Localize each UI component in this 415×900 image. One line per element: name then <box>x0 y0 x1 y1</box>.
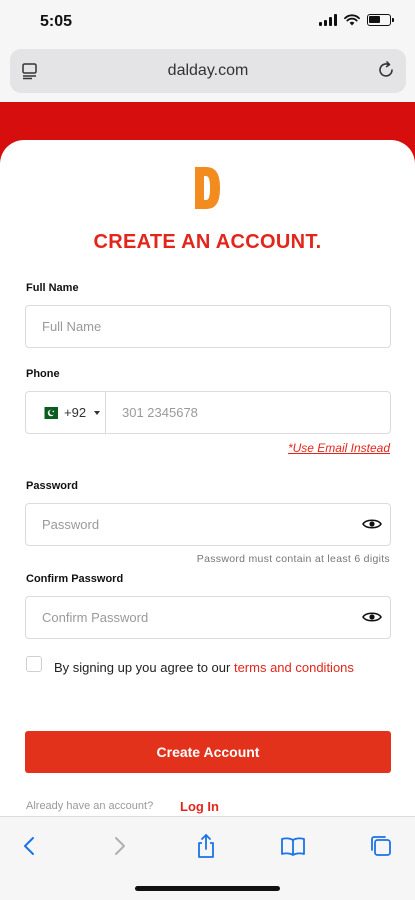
terms-text: By signing up you agree to our terms and… <box>54 657 354 678</box>
wifi-icon <box>344 14 360 26</box>
terms-prefix: By signing up you agree to our <box>54 660 234 675</box>
pakistan-flag-icon <box>40 406 58 419</box>
url-bar[interactable]: dalday.com <box>10 49 406 93</box>
brand-logo <box>195 167 220 209</box>
full-name-input[interactable] <box>26 306 326 347</box>
terms-checkbox[interactable] <box>26 656 42 672</box>
share-icon[interactable] <box>193 833 219 859</box>
password-hint: Password must contain at least 6 digits <box>196 553 390 565</box>
home-indicator <box>135 886 280 891</box>
show-confirm-password-icon[interactable] <box>362 610 382 624</box>
terms-link[interactable]: terms and conditions <box>234 660 354 675</box>
create-account-button[interactable]: Create Account <box>25 731 391 773</box>
confirm-password-input[interactable] <box>26 597 326 638</box>
back-icon[interactable] <box>17 833 43 859</box>
reload-icon[interactable] <box>376 60 396 80</box>
phone-label: Phone <box>26 368 60 380</box>
forward-icon[interactable] <box>106 833 132 859</box>
login-link[interactable]: Log In <box>180 799 219 814</box>
phone-number-input[interactable] <box>106 392 376 433</box>
country-code: +92 <box>64 405 87 420</box>
password-label: Password <box>26 480 78 492</box>
confirm-password-label: Confirm Password <box>26 573 124 585</box>
battery-icon <box>367 14 394 26</box>
country-code-selector[interactable]: +92 <box>26 392 106 433</box>
status-icons <box>319 14 394 26</box>
signal-icon <box>319 14 337 26</box>
login-prompt: Already have an account? <box>26 800 154 812</box>
page-title: CREATE AN ACCOUNT. <box>93 231 322 253</box>
password-field[interactable] <box>25 503 391 546</box>
phone-number-wrap <box>106 392 376 433</box>
status-bar: 5:05 <box>0 0 415 46</box>
confirm-password-field[interactable] <box>25 596 391 639</box>
password-input[interactable] <box>26 504 326 545</box>
use-email-link[interactable]: *Use Email Instead <box>288 441 390 455</box>
status-time: 5:05 <box>40 13 73 30</box>
browser-top-bar: dalday.com <box>0 46 415 102</box>
url-text[interactable]: dalday.com <box>10 62 406 80</box>
tabs-icon[interactable] <box>368 833 394 859</box>
phone-field: +92 <box>25 391 391 434</box>
chevron-down-icon <box>94 410 101 415</box>
bookmarks-icon[interactable] <box>280 833 306 859</box>
full-name-field[interactable] <box>25 305 391 348</box>
show-password-icon[interactable] <box>362 517 382 531</box>
full-name-label: Full Name <box>26 282 79 294</box>
